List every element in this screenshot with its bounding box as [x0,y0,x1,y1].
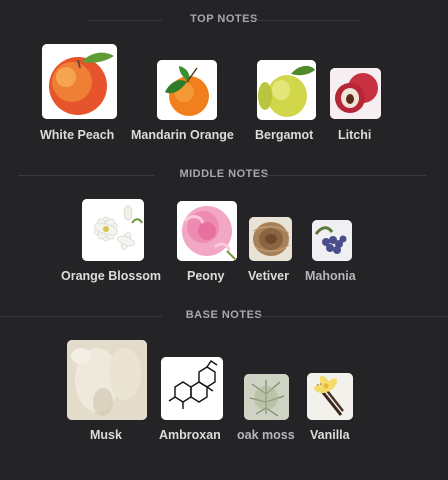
ambroxan-icon [161,357,223,420]
litchi-icon [330,68,381,119]
section-title: TOP NOTES [190,13,258,25]
oak-moss-icon [244,374,289,420]
musk-icon [67,340,147,420]
note-label: Mahonia [305,269,356,283]
mahonia-icon [312,220,352,261]
section-title: MIDDLE NOTES [179,168,269,180]
section-header-base-notes: BASE NOTES [0,306,448,326]
bergamot-icon [257,60,316,120]
note-label: Litchi [338,128,372,142]
section-header-top-notes: TOP NOTES [0,10,448,30]
vetiver-icon [249,217,292,261]
vanilla-icon [307,373,353,420]
note-label: Orange Blossom [61,269,162,283]
note-label: Vetiver [248,269,290,283]
note-label: Ambroxan [159,428,221,442]
mandarin-orange-icon [157,60,217,120]
note-label: Musk [90,428,122,442]
note-label: White Peach [40,128,115,142]
orange-blossom-icon [82,199,144,261]
note-label: Mandarin Orange [131,128,234,142]
divider-right [258,316,448,317]
note-label: Bergamot [255,128,314,142]
divider-right [256,20,360,21]
note-label: Vanilla [310,428,350,442]
white-peach-icon [42,44,117,119]
section-header-middle-notes: MIDDLE NOTES [0,165,448,185]
note-label: oak moss [237,428,295,442]
peony-icon [177,201,237,261]
note-label: Peony [187,269,225,283]
divider-right [266,175,426,176]
section-title: BASE NOTES [185,309,263,321]
